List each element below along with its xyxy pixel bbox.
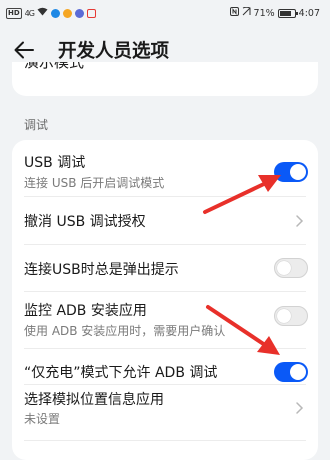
setting-title: USB 调试 — [24, 155, 86, 171]
setting-revoke-usb-auth[interactable]: 撤消 USB 调试授权 — [12, 197, 318, 244]
setting-usb-prompt[interactable]: 连接USB时总是弹出提示 — [12, 245, 318, 291]
usb-prompt-toggle[interactable] — [274, 258, 308, 278]
debug-settings-card: USB 调试 连接 USB 后开启调试模式 撤消 USB 调试授权 连接USB时… — [12, 140, 318, 460]
setting-subtitle: 使用 ADB 安装应用时，需要用户确认 — [24, 324, 226, 338]
setting-title: 选择模拟位置信息应用 — [24, 392, 164, 408]
page-title: 开发人员选项 — [58, 41, 170, 62]
divider — [24, 440, 306, 441]
section-label-debug: 调试 — [24, 118, 49, 132]
setting-subtitle: 未设置 — [24, 412, 61, 426]
setting-monitor-adb-install[interactable]: 监控 ADB 安装应用 使用 ADB 安装应用时，需要用户确认 — [12, 292, 318, 348]
setting-usb-debugging[interactable]: USB 调试 连接 USB 后开启调试模式 — [12, 140, 318, 196]
app-notification-icon — [50, 8, 60, 18]
toggle-knob — [290, 164, 306, 180]
app-notification-icon-3 — [74, 8, 84, 18]
setting-mock-location-app[interactable]: 选择模拟位置信息应用 未设置 — [12, 385, 318, 441]
chevron-right-icon — [296, 215, 304, 227]
clipped-item-label[interactable]: 演示模式 — [24, 62, 84, 72]
setting-subtitle: 连接 USB 后开启调试模式 — [24, 176, 165, 190]
status-right: 71% 4:07 — [229, 6, 320, 19]
setting-title: “仅充电”模式下允许 ADB 调试 — [24, 365, 218, 381]
app-notification-icon-4 — [86, 8, 96, 18]
app-notification-icon-2 — [62, 8, 72, 18]
toggle-knob — [290, 364, 306, 380]
alarm-icon — [242, 6, 251, 19]
clock: 4:07 — [298, 7, 320, 19]
arrow-left-icon — [14, 41, 34, 59]
status-bar: HD 4G 71% 4:07 — [0, 0, 330, 26]
monitor-adb-toggle[interactable] — [274, 306, 308, 326]
clipped-settings-card: 演示模式 — [12, 62, 318, 96]
nfc-icon — [229, 7, 239, 19]
toggle-knob — [277, 261, 291, 275]
hd-icon: HD — [6, 7, 22, 19]
setting-title: 监控 ADB 安装应用 — [24, 303, 147, 319]
status-left: HD 4G — [6, 7, 96, 19]
signal-icon: 4G — [24, 8, 35, 18]
chevron-right-icon — [296, 402, 304, 414]
usb-debugging-toggle[interactable] — [274, 162, 308, 182]
setting-title: 撤消 USB 调试授权 — [24, 214, 146, 230]
battery-percent: 71% — [253, 7, 275, 19]
toggle-knob — [277, 309, 291, 323]
setting-title: 连接USB时总是弹出提示 — [24, 262, 179, 278]
adb-charge-only-toggle[interactable] — [274, 362, 308, 382]
wifi-icon — [37, 7, 48, 19]
battery-icon — [277, 8, 298, 18]
